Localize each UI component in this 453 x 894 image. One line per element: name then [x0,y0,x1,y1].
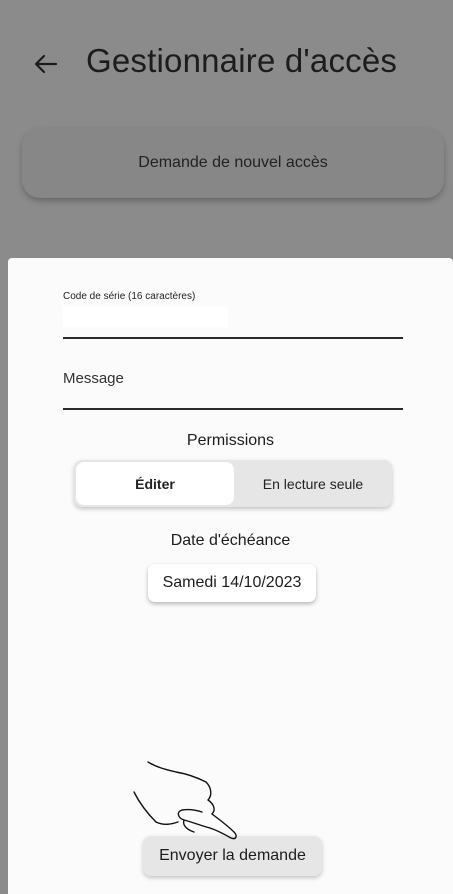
permissions-title: Permissions [186,432,275,449]
app-header: Gestionnaire d'accès [0,0,453,120]
message-underline [63,408,403,410]
arrow-left-icon[interactable] [32,50,60,78]
serial-code-label: Code de série (16 caractères) [63,291,196,302]
access-request-sheet: Code de série (16 caractères) Message Pe… [8,258,453,894]
page-title: Gestionnaire d'accès [86,42,398,79]
due-date-value: Samedi 14/10/2023 [162,574,302,591]
due-date-button[interactable]: Samedi 14/10/2023 [148,564,316,602]
permission-option-edit[interactable]: Éditer [76,462,234,505]
serial-code-field[interactable]: Code de série (16 caractères) [63,288,403,339]
new-access-request-button[interactable]: Demande de nouvel accès [22,128,444,198]
message-field[interactable]: Message [63,361,403,411]
serial-code-underline [63,337,403,339]
send-request-label: Envoyer la demande [159,847,306,864]
permission-option-read-only[interactable]: En lecture seule [234,460,392,507]
due-date-title: Date d'échéance [170,532,291,549]
send-request-button[interactable]: Envoyer la demande [143,836,322,876]
message-placeholder: Message [63,370,124,387]
new-access-request-label: Demande de nouvel accès [138,154,328,171]
permissions-segmented-control: Éditer En lecture seule [74,460,392,507]
serial-code-input[interactable] [63,307,228,327]
